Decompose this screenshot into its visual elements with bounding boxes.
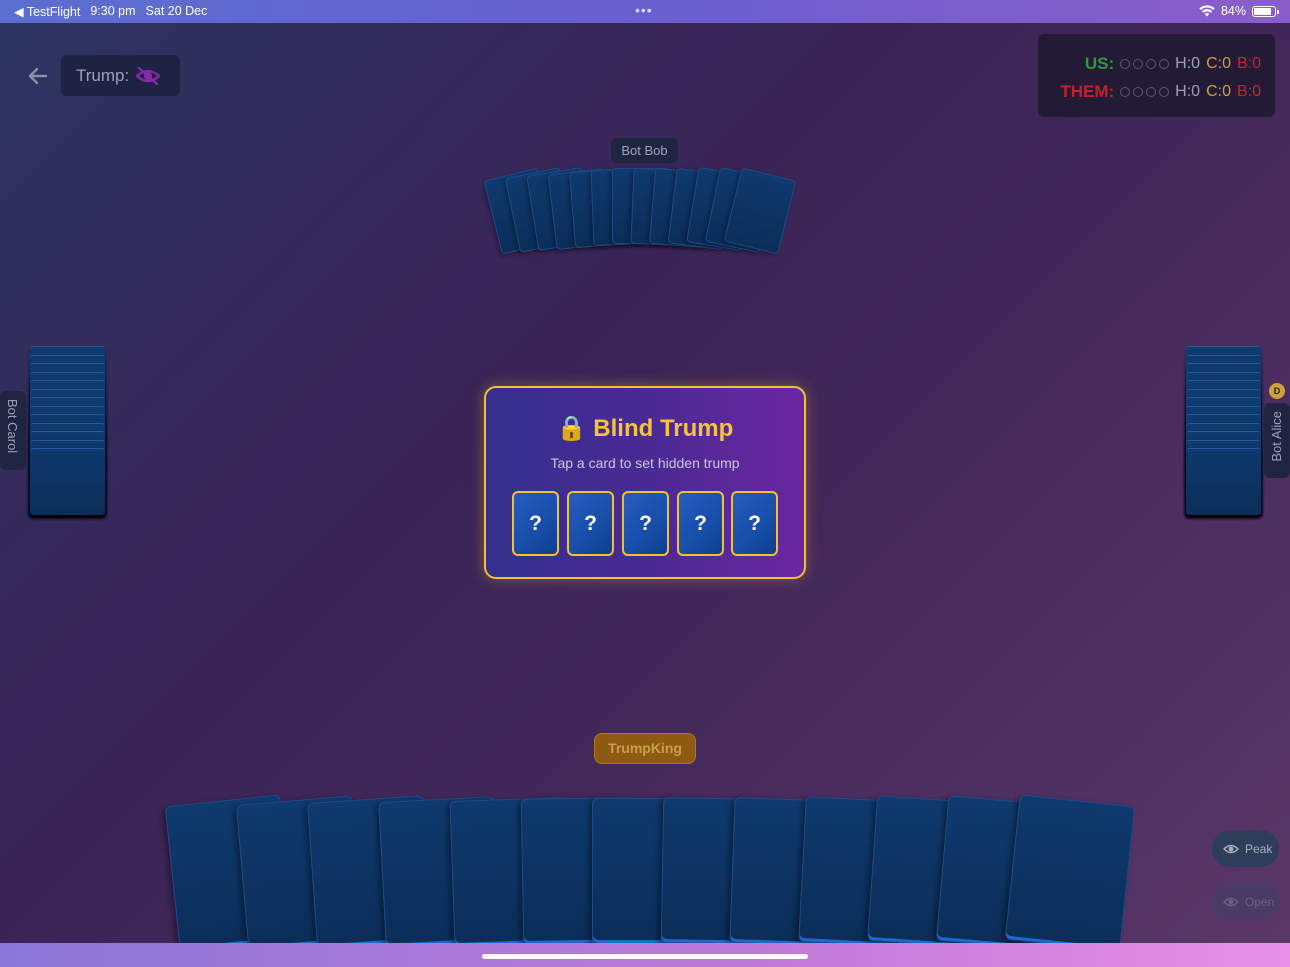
status-bar: ◀ TestFlight 9:30 pm Sat 20 Dec ••• 84% — [0, 0, 1290, 23]
team-them-label: THEM: — [1060, 82, 1115, 101]
player-label-left-text: Bot Carol — [5, 399, 20, 454]
hidden-card-2[interactable]: ? — [567, 491, 614, 556]
left-opponent-hand — [30, 346, 105, 515]
player-label-right: Bot Alice — [1264, 403, 1290, 478]
peak-label: Peak — [1245, 841, 1273, 856]
them-tricks-pips — [1120, 87, 1170, 97]
back-button[interactable] — [24, 62, 52, 90]
us-blind: B:0 — [1236, 55, 1261, 72]
score-row-them: THEM: H:0 C:0 B:0 — [1052, 78, 1261, 106]
peak-button[interactable]: Peak — [1212, 830, 1279, 867]
score-row-us: US: H:0 C:0 B:0 — [1052, 50, 1261, 78]
eye-icon — [1223, 897, 1239, 906]
player-label-right-text: Bot Alice — [1269, 411, 1284, 462]
hidden-card-5[interactable]: ? — [731, 491, 778, 556]
multitask-dots[interactable]: ••• — [635, 2, 653, 18]
battery-icon — [1252, 5, 1279, 17]
us-calls: C:0 — [1206, 55, 1231, 72]
hidden-card-4[interactable]: ? — [677, 491, 724, 556]
opponent-card-back — [1186, 448, 1261, 515]
them-calls: C:0 — [1206, 83, 1231, 100]
team-us-label: US: — [1084, 54, 1115, 73]
battery-percent: 84% — [1220, 4, 1246, 18]
status-time: 9:30 pm — [90, 4, 136, 18]
back-to-app-link[interactable]: ◀ TestFlight — [14, 4, 80, 19]
dialog-title: 🔒 Blind Trump — [486, 414, 804, 443]
lock-icon: 🔒 — [556, 415, 587, 442]
home-indicator[interactable] — [482, 954, 808, 959]
right-opponent-hand — [1186, 346, 1261, 515]
us-tricks-pips — [1120, 59, 1170, 69]
eye-off-icon — [135, 66, 161, 85]
blind-trump-dialog: 🔒 Blind Trump Tap a card to set hidden t… — [484, 386, 806, 579]
open-button[interactable]: Open — [1212, 883, 1279, 920]
wifi-icon — [1199, 5, 1215, 17]
player-label-me: TrumpKing — [594, 733, 696, 764]
eye-icon — [1223, 844, 1239, 853]
my-card[interactable] — [1004, 794, 1136, 952]
dialog-subtitle: Tap a card to set hidden trump — [550, 455, 740, 471]
player-label-left: Bot Carol — [0, 391, 26, 470]
scoreboard: US: H:0 C:0 B:0 THEM: H:0 C:0 B:0 — [1038, 34, 1275, 117]
trump-label: Trump: — [76, 65, 130, 85]
dialog-title-text: Blind Trump — [593, 415, 734, 442]
them-blind: B:0 — [1236, 83, 1261, 100]
opponent-card-back — [30, 448, 105, 515]
us-hands: H:0 — [1175, 55, 1201, 72]
player-label-top: Bot Bob — [611, 138, 678, 163]
hidden-card-3[interactable]: ? — [622, 491, 669, 556]
them-hands: H:0 — [1175, 83, 1201, 100]
status-date: Sat 20 Dec — [145, 4, 208, 18]
open-label: Open — [1245, 894, 1275, 909]
hidden-card-1[interactable]: ? — [512, 491, 559, 556]
trump-indicator: Trump: — [61, 55, 180, 96]
dealer-badge: D — [1269, 383, 1285, 399]
arrow-left-icon — [28, 67, 48, 85]
